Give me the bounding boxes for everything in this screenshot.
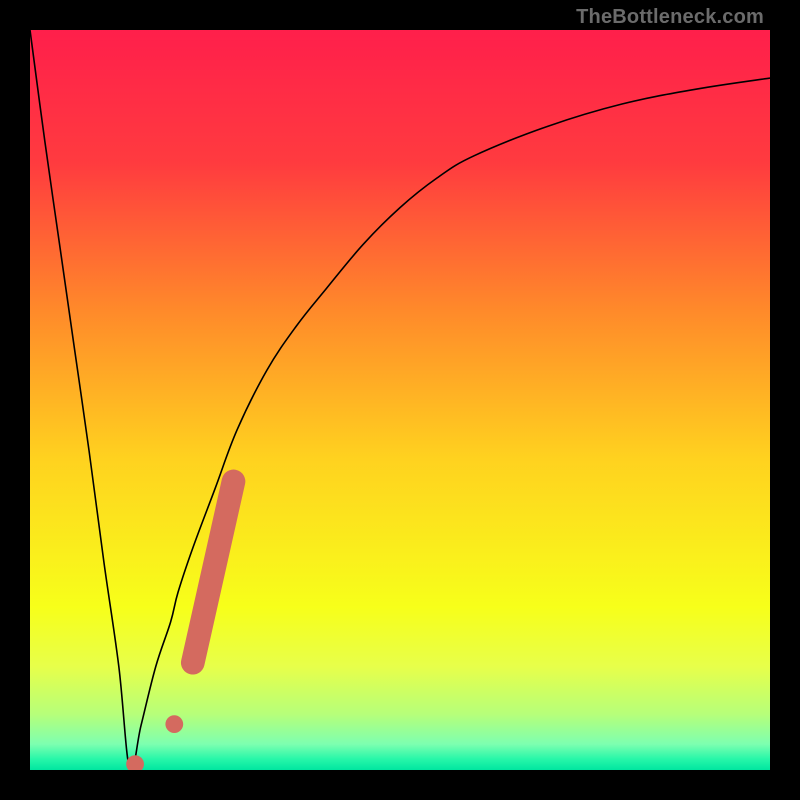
plot-area: [30, 30, 770, 770]
watermark-text: TheBottleneck.com: [576, 6, 764, 29]
highlight-marker-b: [165, 715, 183, 733]
chart-svg: [30, 30, 770, 770]
gradient-background: [30, 30, 770, 770]
chart-frame: TheBottleneck.com: [0, 0, 800, 800]
